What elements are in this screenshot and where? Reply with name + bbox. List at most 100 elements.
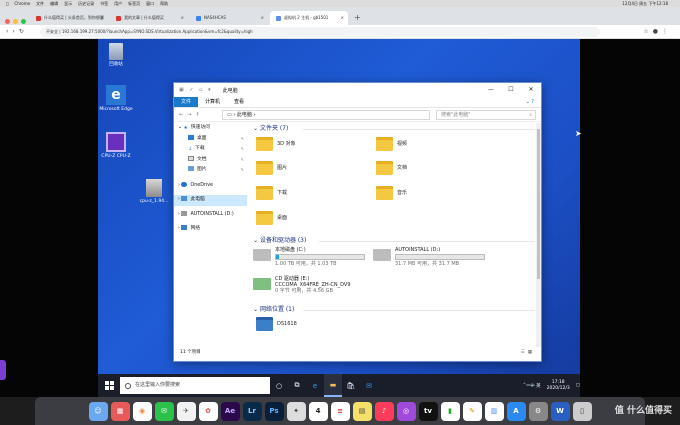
nav-onedrive[interactable]: › OneDrive [174, 181, 247, 192]
nav-desktop[interactable]: 桌面 ✎ [174, 134, 247, 145]
apple-icon[interactable]:  [6, 0, 8, 7]
menu-history[interactable]: 历史记录 [78, 0, 94, 7]
launchpad-icon[interactable]: ▦ [110, 401, 130, 421]
keynote-icon[interactable]: ▥ [484, 401, 504, 421]
notes-icon[interactable]: ▤ [352, 401, 372, 421]
up-arrow-icon[interactable]: ↑ [195, 112, 203, 118]
close-tab-icon[interactable]: × [341, 11, 344, 25]
desktop-icon-cpuz-installer[interactable]: cpu-z_1.94... [134, 179, 174, 204]
side-panel-handle[interactable] [0, 360, 6, 380]
explorer-window[interactable]: ▣ ✓ ▫ ▾ 此电脑 — ☐ ✕ 文件 计算机 查看 ⌄ ? ←→↑ ▭ › … [173, 82, 542, 362]
reminders-icon[interactable]: ≡ [330, 401, 350, 421]
remote-viewport[interactable]: 回收站 e Microsoft Edge CPU-Z CPU-Z cpu-z_1… [0, 39, 680, 397]
folder-videos[interactable]: 视频 [376, 137, 407, 151]
pin-icon[interactable]: ✎ [241, 155, 244, 166]
menu-edit[interactable]: 编辑 [50, 0, 58, 7]
more-icon[interactable]: ⋮ [662, 28, 672, 35]
photoshop-icon[interactable]: Ps [264, 401, 284, 421]
explorer-titlebar[interactable]: ▣ ✓ ▫ ▾ 此电脑 — ☐ ✕ [174, 83, 541, 97]
system-preferences-icon[interactable]: ⚙ [528, 401, 548, 421]
search-box[interactable]: 搜索"此电脑" ⌕ [436, 109, 536, 120]
nav-autoinstall[interactable]: › AUTOINSTALL (D:) [174, 210, 247, 221]
menu-view[interactable]: 显示 [64, 0, 72, 7]
app-store-icon[interactable]: A [506, 401, 526, 421]
tab-computer[interactable]: 计算机 [198, 97, 227, 107]
finder-icon[interactable]: ☺ [88, 401, 108, 421]
breadcrumb-item[interactable]: 此电脑 [237, 112, 252, 118]
menu-tab[interactable]: 标签页 [128, 0, 140, 7]
tab-vm-host[interactable]: 虚拟机 2 主机 - gb1501 × [270, 11, 348, 25]
desktop-icon-recycle-bin[interactable]: 回收站 [98, 43, 136, 67]
nav-downloads[interactable]: ↓ 下载 ✎ [174, 144, 247, 155]
minimize-dot-icon[interactable] [13, 19, 18, 24]
desktop-icon-cpuz[interactable]: CPU-Z CPU-Z [98, 132, 136, 159]
apple-tv-icon[interactable]: tv [418, 401, 438, 421]
help-icon[interactable]: ⌄ ? [519, 97, 541, 107]
wechat-icon[interactable]: ✉ [154, 401, 174, 421]
windows-desktop[interactable]: 回收站 e Microsoft Edge CPU-Z CPU-Z cpu-z_1… [98, 39, 580, 397]
maps-icon[interactable]: ✈ [176, 401, 196, 421]
menu-help[interactable]: 帮助 [160, 0, 168, 7]
tiles-view-icon[interactable]: ▦ [528, 350, 535, 355]
folder-desktop[interactable]: 桌面 [256, 211, 287, 225]
podcasts-icon[interactable]: ◎ [396, 401, 416, 421]
photos-icon[interactable]: ✿ [198, 401, 218, 421]
breadcrumb[interactable]: ▭ › 此电脑 › [222, 109, 430, 120]
close-tab-icon[interactable]: × [101, 11, 104, 25]
start-button[interactable] [98, 374, 120, 397]
music-icon[interactable]: ♪ [374, 401, 394, 421]
folders-group-header[interactable]: ⌄ 文件夹 (7) [253, 123, 539, 134]
close-icon[interactable]: ✕ [521, 83, 541, 97]
close-dot-icon[interactable] [5, 19, 10, 24]
pin-icon[interactable]: ✎ [241, 144, 244, 155]
mac-clock[interactable]: 12月4日 周五 下午12:18 [622, 0, 668, 7]
nav-network[interactable]: › 网络 [174, 224, 247, 235]
star-icon[interactable]: ☆ [643, 28, 652, 35]
back-arrow-icon[interactable]: ← [179, 112, 187, 118]
nav-quick-access[interactable]: ⌄ ★ 快速访问 [174, 123, 247, 134]
task-view-icon[interactable]: ⧉ [288, 374, 306, 397]
tab-file[interactable]: 文件 [174, 97, 199, 107]
drive-d[interactable]: AUTOINSTALL (D:) 31.7 MB 可用，共 31.7 MB [373, 247, 513, 271]
menu-profiles[interactable]: 用户 [114, 0, 122, 7]
pin-icon[interactable]: ✎ [241, 134, 244, 145]
pages-icon[interactable]: ✎ [462, 401, 482, 421]
cortana-icon[interactable]: ○ [270, 374, 288, 397]
word-icon[interactable]: W [550, 401, 570, 421]
nav-pictures[interactable]: 图片 ✎ [174, 165, 247, 176]
drive-e[interactable]: CD 驱动器 (E:) CCCOMA_X64FRE_ZH-CN_DV9 0 字节… [253, 276, 413, 300]
pin-icon[interactable]: ✎ [241, 165, 244, 176]
network-group-header[interactable]: ⌄ 网络位置 (1) [253, 304, 539, 315]
mail-icon[interactable]: ✉ [360, 374, 378, 397]
close-tab-icon[interactable]: × [261, 11, 264, 25]
trash-icon[interactable]: ▯ [572, 401, 592, 421]
utility-icon[interactable]: ✦ [286, 401, 306, 421]
numbers-icon[interactable]: ▮ [440, 401, 460, 421]
menu-window[interactable]: 窗口 [146, 0, 154, 7]
nav-this-pc[interactable]: › 此电脑 [174, 195, 247, 206]
lightroom-icon[interactable]: Lr [242, 401, 262, 421]
folder-3d-objects[interactable]: 3D 对象 [256, 137, 296, 151]
reload-icon[interactable]: ↻ [19, 28, 28, 35]
minimize-icon[interactable]: — [481, 83, 501, 97]
after-effects-icon[interactable]: Ae [220, 401, 240, 421]
folder-documents[interactable]: 文档 [376, 161, 407, 175]
scroll-thumb[interactable] [537, 129, 540, 279]
zoom-dot-icon[interactable] [21, 19, 26, 24]
vertical-scrollbar[interactable] [536, 123, 541, 347]
tab-smzdm-home[interactable]: 什么值得买 | 头条首页，到你想要 × [30, 11, 108, 25]
folder-pictures[interactable]: 图片 [256, 161, 287, 175]
folder-downloads[interactable]: 下载 [256, 186, 287, 200]
folder-music[interactable]: 音乐 [376, 186, 407, 200]
calendar-icon[interactable]: 4 [308, 401, 328, 421]
edge-taskbar-icon[interactable]: e [306, 374, 324, 397]
tab-my-articles[interactable]: 我的文章 | 什么值得买 × [110, 11, 188, 25]
ime-indicator[interactable]: 英 [536, 383, 541, 389]
url-field[interactable]: 不安全 | 192.168.199.27:5000/?launchApp=SYN… [40, 27, 600, 37]
tab-view[interactable]: 查看 [227, 97, 251, 107]
store-icon[interactable]: 🛍 [342, 374, 360, 397]
tab-nas[interactable]: NAS4HCAS × [190, 11, 268, 25]
chrome-icon[interactable]: ◉ [132, 401, 152, 421]
menu-file[interactable]: 文件 [36, 0, 44, 7]
profile-icon[interactable]: ● [653, 28, 662, 35]
